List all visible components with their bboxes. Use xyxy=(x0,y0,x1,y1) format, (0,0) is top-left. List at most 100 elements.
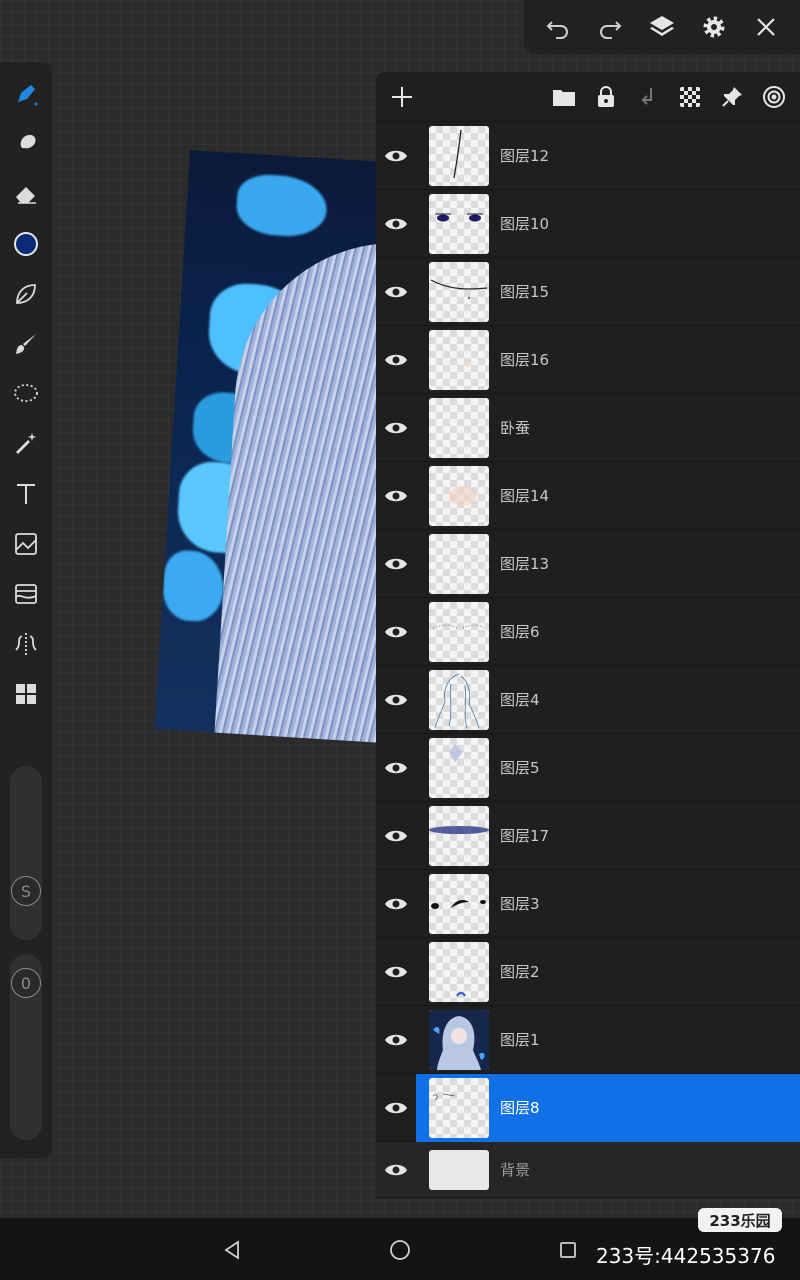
layer-thumbnail xyxy=(429,125,489,186)
layer-name: 图层1 xyxy=(500,1031,540,1049)
brush-size-slider[interactable] xyxy=(10,766,42,940)
layer-row[interactable]: 图层2 xyxy=(376,938,800,1006)
layer-row[interactable]: 图层10 xyxy=(376,190,800,258)
layer-row[interactable]: 图层17 xyxy=(376,802,800,870)
smudge-icon[interactable] xyxy=(6,124,46,164)
eye-icon[interactable] xyxy=(376,190,416,258)
layer-row[interactable]: 图层6 xyxy=(376,598,800,666)
eye-icon[interactable] xyxy=(376,598,416,666)
layer-list: 图层12 图层10 图层15 图层16 卧蚕 图层14 图层13 图层6 图层4… xyxy=(376,122,800,1198)
text-icon[interactable] xyxy=(6,474,46,514)
layer-row[interactable]: 图层14 xyxy=(376,462,800,530)
layer-row[interactable]: 卧蚕 xyxy=(376,394,800,462)
leaf-icon[interactable] xyxy=(6,274,46,314)
layers-panel-header xyxy=(376,72,800,122)
layer-name: 图层5 xyxy=(500,759,540,777)
grid-icon[interactable] xyxy=(6,674,46,714)
undo-icon[interactable] xyxy=(538,7,578,47)
recents-icon[interactable] xyxy=(554,1236,582,1264)
target-icon[interactable] xyxy=(756,79,792,115)
eye-icon[interactable] xyxy=(376,1074,416,1142)
layer-row[interactable]: 图层13 xyxy=(376,530,800,598)
layer-row[interactable]: 图层12 xyxy=(376,122,800,190)
layer-name: 卧蚕 xyxy=(500,419,531,437)
folder-icon[interactable] xyxy=(546,79,582,115)
layer-thumbnail xyxy=(429,805,489,866)
eye-icon[interactable] xyxy=(376,326,416,394)
layer-name: 图层6 xyxy=(500,623,540,641)
transparency-icon[interactable] xyxy=(672,79,708,115)
redo-icon[interactable] xyxy=(590,7,630,47)
back-icon[interactable] xyxy=(218,1236,246,1264)
pen-icon[interactable] xyxy=(6,74,46,114)
magic-wand-icon[interactable] xyxy=(6,424,46,464)
watermark-logo: 233乐园 xyxy=(698,1208,782,1232)
lock-icon[interactable] xyxy=(588,79,624,115)
layer-row[interactable]: 图层3 xyxy=(376,870,800,938)
eye-icon[interactable] xyxy=(376,258,416,326)
layer-name: 图层16 xyxy=(500,351,550,369)
layer-row-background[interactable]: 背景 xyxy=(376,1142,800,1198)
layer-row-selected[interactable]: 图层8 xyxy=(376,1073,800,1142)
top-bar xyxy=(524,0,800,54)
layer-row[interactable]: 图层1 xyxy=(376,1006,800,1074)
layer-name: 图层10 xyxy=(500,215,550,233)
eye-icon[interactable] xyxy=(376,122,416,190)
symmetry-icon[interactable] xyxy=(6,624,46,664)
close-icon[interactable] xyxy=(746,7,786,47)
layer-name: 图层2 xyxy=(500,963,540,981)
layer-row[interactable]: 图层4 xyxy=(376,666,800,734)
watermark-id: 233号:442535376 xyxy=(596,1244,776,1268)
layers-icon[interactable] xyxy=(642,7,682,47)
layer-row[interactable]: 图层15 xyxy=(376,258,800,326)
brush-icon[interactable] xyxy=(6,324,46,364)
merge-down-icon[interactable] xyxy=(630,79,666,115)
pin-icon[interactable] xyxy=(714,79,750,115)
layer-name: 图层8 xyxy=(500,1099,540,1117)
layer-name: 图层17 xyxy=(500,827,550,845)
layer-thumbnail xyxy=(429,193,489,254)
eye-icon[interactable] xyxy=(376,734,416,802)
layers-panel: 图层12 图层10 图层15 图层16 卧蚕 图层14 图层13 图层6 图层4… xyxy=(376,72,800,1198)
eye-icon[interactable] xyxy=(376,870,416,938)
layer-thumbnail xyxy=(429,941,489,1002)
layer-thumbnail xyxy=(429,669,489,730)
layer-name: 图层13 xyxy=(500,555,550,573)
layer-thumbnail xyxy=(429,329,489,390)
layer-thumbnail xyxy=(429,1149,489,1190)
layer-thumbnail xyxy=(429,397,489,458)
add-icon[interactable] xyxy=(376,72,428,122)
layer-name: 背景 xyxy=(500,1161,531,1179)
eye-icon[interactable] xyxy=(376,938,416,1006)
layer-name: 图层14 xyxy=(500,487,550,505)
layer-thumbnail xyxy=(429,1077,489,1138)
layer-row[interactable]: 图层5 xyxy=(376,734,800,802)
filter-icon[interactable] xyxy=(6,574,46,614)
eye-icon[interactable] xyxy=(376,1006,416,1074)
layer-thumbnail xyxy=(429,261,489,322)
eye-icon[interactable] xyxy=(376,462,416,530)
size-slider-knob[interactable]: S xyxy=(11,876,41,906)
tool-sidebar: S 0 xyxy=(0,62,52,1158)
color-icon[interactable] xyxy=(6,224,46,264)
layer-name: 图层12 xyxy=(500,147,550,165)
layer-row[interactable]: 图层16 xyxy=(376,326,800,394)
layer-name: 图层3 xyxy=(500,895,540,913)
opacity-slider-knob[interactable]: 0 xyxy=(11,968,41,998)
image-icon[interactable] xyxy=(6,524,46,564)
gear-icon[interactable] xyxy=(694,7,734,47)
eraser-icon[interactable] xyxy=(6,174,46,214)
size-slider-label: S xyxy=(20,881,32,901)
lasso-icon[interactable] xyxy=(6,374,46,414)
home-icon[interactable] xyxy=(386,1236,414,1264)
eye-icon[interactable] xyxy=(376,530,416,598)
eye-icon[interactable] xyxy=(376,394,416,462)
layer-thumbnail xyxy=(429,465,489,526)
layer-thumbnail xyxy=(429,737,489,798)
eye-icon[interactable] xyxy=(376,666,416,734)
eye-icon[interactable] xyxy=(376,802,416,870)
layer-thumbnail xyxy=(429,601,489,662)
eye-icon[interactable] xyxy=(376,1142,416,1198)
opacity-slider-label: 0 xyxy=(20,973,32,993)
layer-name: 图层4 xyxy=(500,691,540,709)
